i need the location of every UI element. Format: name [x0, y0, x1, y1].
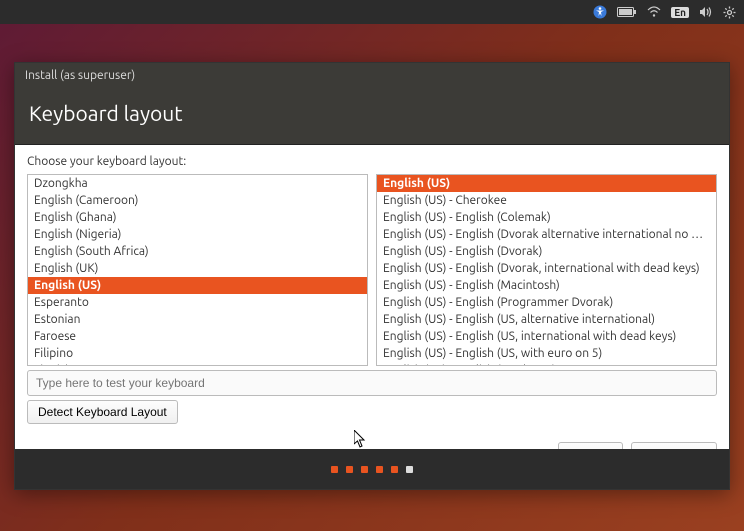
layout-variant-item[interactable]: English (US) - English (US, internationa…	[377, 328, 716, 345]
back-button[interactable]: Back	[558, 442, 623, 449]
layout-variant-item[interactable]: English (US) - English (US, alternative …	[377, 311, 716, 328]
layout-language-item[interactable]: Estonian	[28, 311, 367, 328]
layout-language-item[interactable]: English (Cameroon)	[28, 192, 367, 209]
layout-variant-item[interactable]: English (US) - English (Dvorak, internat…	[377, 260, 716, 277]
layout-language-item[interactable]: English (Nigeria)	[28, 226, 367, 243]
slide-dot[interactable]	[361, 466, 368, 473]
content-area: Choose your keyboard layout: DzongkhaEng…	[15, 145, 729, 449]
slide-dot[interactable]	[346, 466, 353, 473]
slide-dot[interactable]	[376, 466, 383, 473]
slide-dot[interactable]	[331, 466, 338, 473]
layout-variant-item[interactable]: English (US) - English (US, with euro on…	[377, 345, 716, 362]
layout-language-item[interactable]: English (US)	[28, 277, 367, 294]
window-header: Keyboard layout	[15, 87, 729, 145]
layout-variant-item[interactable]: English (US) - English (Dvorak alternati…	[377, 226, 716, 243]
network-icon[interactable]	[647, 6, 661, 18]
layout-variant-item[interactable]: English (US) - English (Dvorak)	[377, 243, 716, 260]
gear-icon[interactable]	[723, 6, 736, 19]
layout-variant-list[interactable]: English (US)English (US) - CherokeeEngli…	[376, 174, 717, 366]
layout-variant-item[interactable]: English (US) - Cherokee	[377, 192, 716, 209]
accessibility-icon[interactable]	[593, 5, 607, 19]
layout-lists-row: DzongkhaEnglish (Cameroon)English (Ghana…	[27, 174, 717, 366]
footer-buttons: Back Continue	[27, 428, 717, 449]
layout-language-item[interactable]: English (South Africa)	[28, 243, 367, 260]
battery-icon[interactable]	[617, 7, 637, 17]
layout-language-item[interactable]: English (UK)	[28, 260, 367, 277]
layout-language-list[interactable]: DzongkhaEnglish (Cameroon)English (Ghana…	[27, 174, 368, 366]
layout-variant-item[interactable]: English (US) - English (Colemak)	[377, 209, 716, 226]
detect-layout-button[interactable]: Detect Keyboard Layout	[27, 400, 178, 424]
top-panel: En	[0, 0, 744, 24]
page-heading: Keyboard layout	[29, 101, 183, 125]
window-title: Install (as superuser)	[25, 69, 135, 82]
layout-language-item[interactable]: Faroese	[28, 328, 367, 345]
layout-variant-item[interactable]: English (US) - English (Macintosh)	[377, 277, 716, 294]
prompt-label: Choose your keyboard layout:	[27, 155, 717, 168]
layout-variant-item[interactable]: English (US) - English (Programmer Dvora…	[377, 294, 716, 311]
slide-dot[interactable]	[391, 466, 398, 473]
layout-language-item[interactable]: English (Ghana)	[28, 209, 367, 226]
window-titlebar: Install (as superuser)	[15, 63, 729, 87]
keyboard-test-input[interactable]	[27, 370, 717, 396]
slideshow-dots	[15, 449, 729, 489]
layout-language-item[interactable]: Dzongkha	[28, 175, 367, 192]
layout-variant-item[interactable]: English (US)	[377, 175, 716, 192]
installer-window: Install (as superuser) Keyboard layout C…	[14, 62, 730, 490]
continue-button[interactable]: Continue	[631, 442, 717, 449]
sound-icon[interactable]	[699, 6, 713, 18]
layout-variant-item[interactable]: English (US) - English (Workman)	[377, 362, 716, 366]
slide-dot[interactable]	[406, 466, 413, 473]
language-indicator[interactable]: En	[671, 7, 689, 18]
layout-language-item[interactable]: Finnish	[28, 362, 367, 366]
layout-language-item[interactable]: Esperanto	[28, 294, 367, 311]
layout-language-item[interactable]: Filipino	[28, 345, 367, 362]
